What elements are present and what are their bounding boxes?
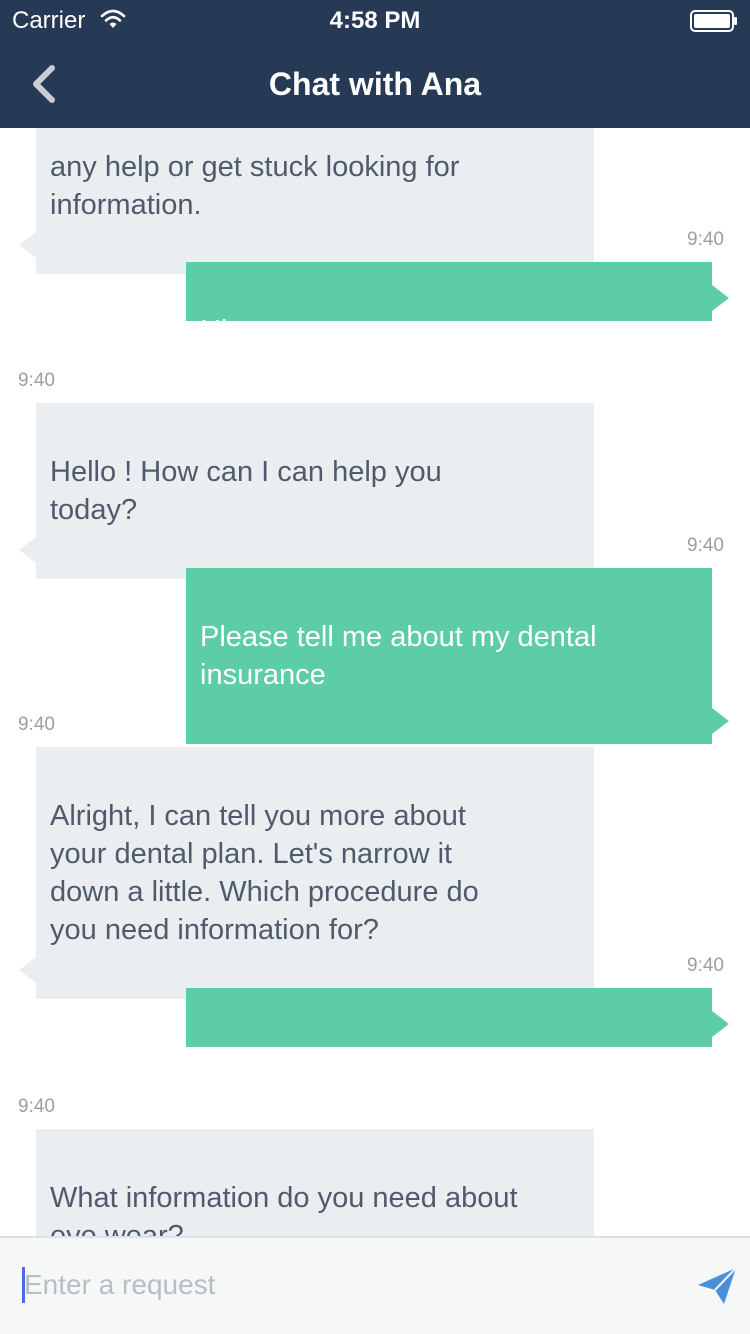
message-text: any help or get stuck looking for inform… (50, 151, 460, 221)
message-timestamp: 9:40 (18, 714, 55, 735)
message-text: Please tell me about my dental insurance (200, 621, 597, 691)
bubble-tail (712, 285, 729, 311)
battery-icon (690, 10, 737, 32)
message-list[interactable]: any help or get stuck looking for inform… (0, 0, 750, 1236)
outgoing-message: eye wear (186, 988, 729, 1073)
bubble-tail (712, 708, 729, 734)
incoming-message: Hello ! How can I can help you today? (19, 403, 594, 579)
message-composer (0, 1236, 750, 1334)
message-text: Alright, I can tell you more about your … (50, 800, 479, 946)
bubble-tail (19, 232, 36, 258)
chat-screen: any help or get stuck looking for inform… (0, 0, 750, 1334)
message-timestamp: 9:40 (18, 1096, 55, 1117)
bubble-tail (19, 957, 36, 983)
clock: 4:58 PM (329, 7, 421, 34)
message-text: Hello ! How can I can help you today? (50, 456, 442, 526)
outgoing-message: Hi (186, 262, 729, 347)
message-text: eye wear (200, 1041, 318, 1073)
message-text: What information do you need about eye w… (50, 1182, 518, 1236)
navigation-bar: Carrier 4:58 PM Chat with Ana (0, 0, 750, 128)
message-timestamp: 9:40 (18, 370, 55, 391)
outgoing-message: Please tell me about my dental insurance (186, 568, 729, 744)
bubble-tail (712, 1011, 729, 1037)
message-text: Hi (200, 315, 228, 347)
message-timestamp: 9:40 (687, 955, 724, 976)
message-timestamp: 9:40 (687, 229, 724, 250)
incoming-message: What information do you need about eye w… (36, 1129, 594, 1236)
message-timestamp: 9:40 (687, 535, 724, 556)
bubble-tail (19, 537, 36, 563)
incoming-message: Alright, I can tell you more about your … (19, 747, 594, 999)
send-button[interactable] (696, 1266, 738, 1306)
request-input[interactable] (24, 1260, 664, 1310)
page-title: Chat with Ana (268, 66, 482, 102)
